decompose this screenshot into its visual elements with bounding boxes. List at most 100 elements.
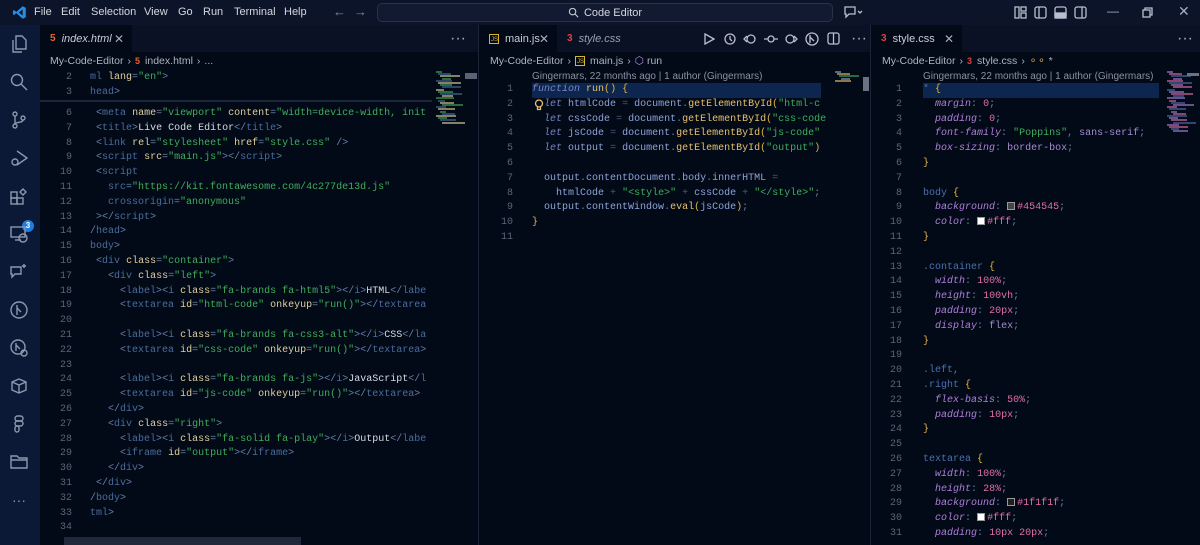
- code-line[interactable]: let htmlCode = document.getElementById("…: [532, 98, 820, 113]
- more-actions-icon[interactable]: ···: [1177, 30, 1193, 48]
- lightbulb-icon[interactable]: [534, 99, 544, 111]
- git-blame-codelens[interactable]: Gingermars, 22 months ago | 1 author (Gi…: [532, 71, 762, 82]
- code-line[interactable]: color: #fff;: [923, 216, 1017, 231]
- code-line[interactable]: <div class="container">: [90, 255, 234, 270]
- minimize-icon[interactable]: —: [1107, 4, 1119, 18]
- code-line[interactable]: <textarea id="html-code" onkeyup="run()"…: [90, 299, 426, 314]
- color-swatch[interactable]: [1007, 202, 1016, 211]
- code-line[interactable]: }: [923, 157, 929, 172]
- code-line[interactable]: </div>: [90, 477, 132, 492]
- code-line[interactable]: width: 100%;: [923, 275, 1007, 290]
- code-line[interactable]: background: #454545;: [923, 201, 1065, 216]
- code-line[interactable]: /body>: [90, 492, 126, 507]
- toggle-panel-icon[interactable]: [1054, 6, 1067, 19]
- code-line[interactable]: flex-basis: 50%;: [923, 394, 1031, 409]
- code-line[interactable]: }: [532, 216, 538, 231]
- source-control-icon[interactable]: [8, 109, 30, 131]
- code-line[interactable]: .left,: [923, 364, 959, 379]
- breadcrumb-symbol[interactable]: run: [647, 55, 662, 67]
- open-changes-icon[interactable]: [805, 32, 819, 46]
- code-line[interactable]: .container {: [923, 261, 995, 276]
- code-line[interactable]: <div class="left">: [90, 270, 216, 285]
- git-blame-codelens[interactable]: Gingermars, 22 months ago | 1 author (Gi…: [923, 71, 1153, 82]
- customize-layout-icon[interactable]: [1014, 6, 1027, 19]
- code-line[interactable]: <script: [90, 166, 138, 181]
- breadcrumb-symbol[interactable]: ...: [204, 55, 213, 67]
- tab-index-html[interactable]: 5 index.html ✕: [40, 25, 132, 52]
- menu-selection[interactable]: Selection: [91, 6, 136, 18]
- run-icon[interactable]: [703, 33, 715, 45]
- more-actions-icon[interactable]: ···: [851, 30, 867, 48]
- code-line[interactable]: padding: 20px;: [923, 305, 1019, 320]
- code-line[interactable]: output.contentDocument.body.innerHTML =: [532, 172, 778, 187]
- code-line[interactable]: htmlCode + "<style>" + cssCode + "</styl…: [532, 187, 820, 202]
- code-line[interactable]: <textarea id="js-code" onkeyup="run()"><…: [90, 388, 420, 403]
- code-line[interactable]: box-sizing: border-box;: [923, 142, 1073, 157]
- breadcrumb-symbol[interactable]: *: [1049, 55, 1053, 67]
- run-debug-icon[interactable]: [8, 147, 30, 169]
- breadcrumb-folder[interactable]: My-Code-Editor: [490, 55, 564, 67]
- code-line[interactable]: height: 100vh;: [923, 290, 1019, 305]
- code-line[interactable]: tml>: [90, 507, 114, 522]
- vertical-scrollbar[interactable]: [465, 73, 477, 79]
- breadcrumb-file[interactable]: style.css: [977, 55, 1017, 67]
- close-window-icon[interactable]: ✕: [1178, 3, 1190, 20]
- code-line[interactable]: <script src="main.js"></script>: [90, 151, 282, 166]
- figma-icon[interactable]: [8, 413, 30, 435]
- code-line[interactable]: padding: 0;: [923, 113, 1001, 128]
- close-tab-icon[interactable]: ✕: [539, 32, 549, 46]
- code-line[interactable]: head>: [90, 86, 120, 101]
- code-line[interactable]: ></script>: [90, 211, 156, 226]
- vertical-scrollbar[interactable]: [863, 77, 869, 91]
- chat-icon[interactable]: [8, 261, 30, 283]
- code-line[interactable]: .right {: [923, 379, 971, 394]
- breadcrumb-folder[interactable]: My-Code-Editor: [882, 55, 956, 67]
- folder-icon[interactable]: [8, 451, 30, 473]
- code-line[interactable]: ml lang="en">: [90, 71, 168, 86]
- code-line[interactable]: }: [923, 231, 929, 246]
- code-line[interactable]: body {: [923, 187, 959, 202]
- pull-request-icon[interactable]: [8, 337, 30, 359]
- code-line[interactable]: let jsCode = document.getElementById("js…: [532, 127, 820, 142]
- code-line[interactable]: let cssCode = document.getElementById("c…: [532, 113, 826, 128]
- tab-style-css[interactable]: 3 style.css: [557, 25, 649, 52]
- horizontal-scrollbar[interactable]: [64, 537, 301, 545]
- tab-main-js[interactable]: JS main.js ✕: [479, 25, 557, 52]
- code-line[interactable]: output.contentWindow.eval(jsCode);: [532, 201, 748, 216]
- code-line[interactable]: background: #1f1f1f;: [923, 497, 1065, 512]
- breadcrumb-folder[interactable]: My-Code-Editor: [50, 55, 124, 67]
- split-editor-icon[interactable]: [827, 32, 840, 45]
- code-line[interactable]: color: #fff;: [923, 512, 1017, 527]
- code-line[interactable]: <label><i class="fa-solid fa-play"></i>O…: [90, 433, 426, 448]
- forward-arrow-icon[interactable]: →: [354, 4, 367, 19]
- code-line[interactable]: <div class="right">: [90, 418, 222, 433]
- code-line[interactable]: crossorigin="anonymous": [90, 196, 246, 211]
- menu-help[interactable]: Help: [284, 6, 307, 18]
- minimap[interactable]: [831, 71, 863, 85]
- code-line[interactable]: <iframe id="output"></iframe>: [90, 447, 294, 462]
- breadcrumb-file[interactable]: index.html: [145, 55, 193, 67]
- git-commit-icon[interactable]: [764, 33, 778, 45]
- color-swatch[interactable]: [977, 513, 986, 522]
- menu-edit[interactable]: Edit: [61, 6, 80, 18]
- toggle-secondary-sidebar-icon[interactable]: [1074, 6, 1087, 19]
- code-line[interactable]: <label><i class="fa-brands fa-css3-alt">…: [90, 329, 426, 344]
- code-line[interactable]: </div>: [90, 403, 144, 418]
- explorer-icon[interactable]: [8, 33, 30, 55]
- code-line[interactable]: <meta name="viewport" content="width=dev…: [90, 107, 426, 122]
- menu-run[interactable]: Run: [203, 6, 223, 18]
- code-line[interactable]: textarea {: [923, 453, 983, 468]
- code-line[interactable]: width: 100%;: [923, 468, 1007, 483]
- tab-style-css[interactable]: 3 style.css ✕: [871, 25, 962, 52]
- code-line[interactable]: }: [923, 335, 929, 350]
- color-swatch[interactable]: [1007, 498, 1016, 507]
- menu-file[interactable]: File: [34, 6, 52, 18]
- code-line[interactable]: display: flex;: [923, 320, 1019, 335]
- code-line[interactable]: padding: 10px 20px;: [923, 527, 1049, 542]
- code-line[interactable]: }: [923, 423, 929, 438]
- code-line[interactable]: let output = document.getElementById("ou…: [532, 142, 820, 157]
- minimap[interactable]: [432, 71, 465, 131]
- github-icon[interactable]: [8, 299, 30, 321]
- code-line[interactable]: height: 28%;: [923, 483, 1007, 498]
- minimap[interactable]: [1163, 71, 1196, 141]
